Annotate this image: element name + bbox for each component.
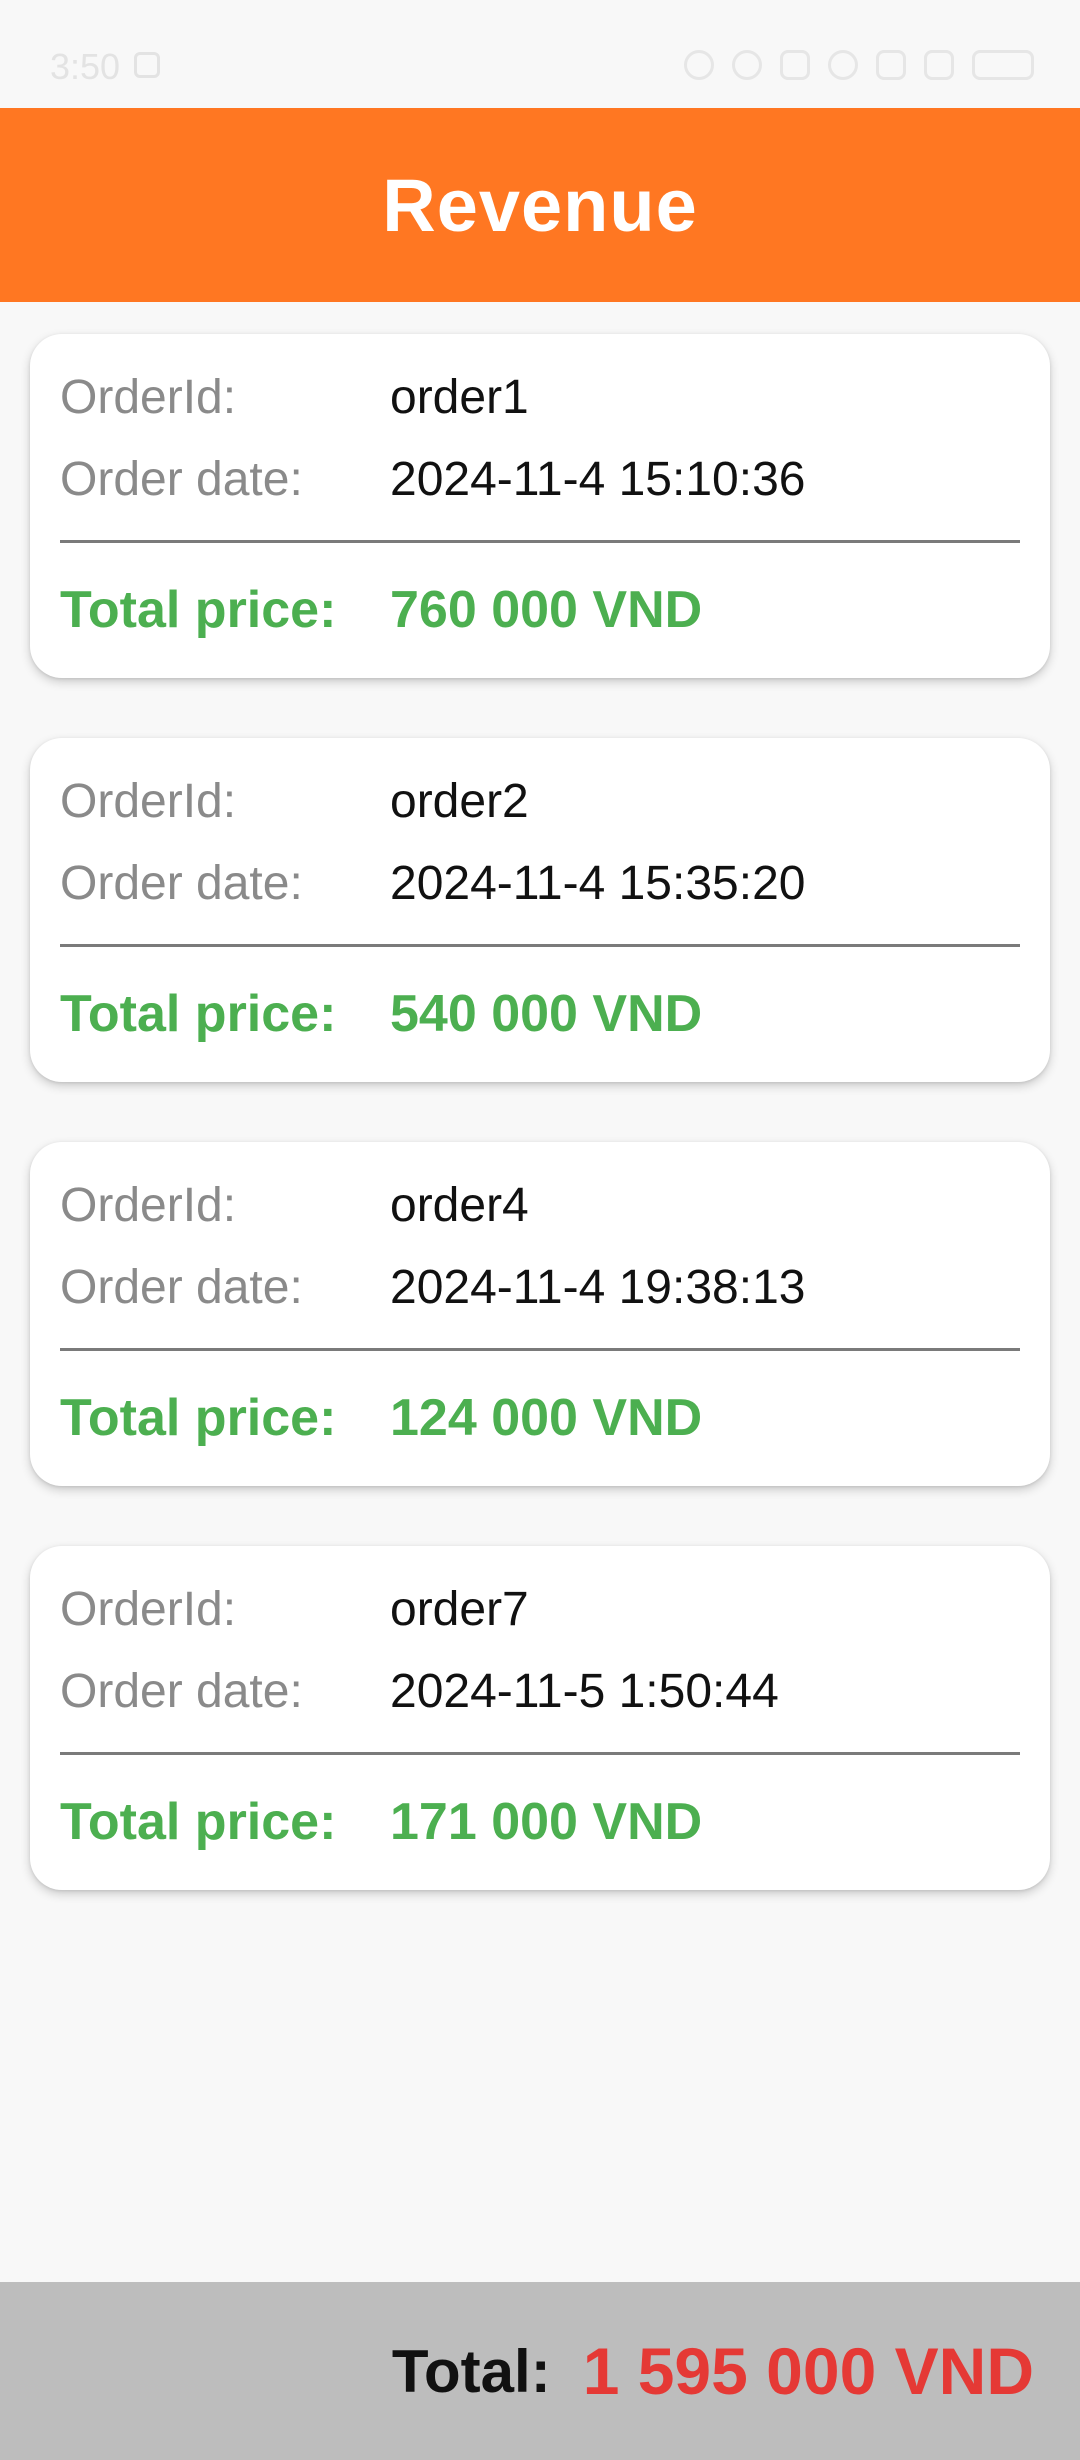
order-total-label: Total price:	[60, 581, 337, 639]
grand-total-value: 1 595 000 VND	[582, 2334, 1034, 2408]
order-date-label: Order date:	[60, 857, 303, 910]
order-card[interactable]: OrderId: order7 Order date: 2024-11-5 1:…	[30, 1546, 1050, 1890]
order-id-row: OrderId: order4	[60, 1178, 529, 1233]
notification-icon	[134, 52, 160, 78]
battery-icon	[972, 50, 1034, 80]
order-date-value: 2024-11-4 15:10:36	[390, 453, 806, 506]
order-total-label: Total price:	[60, 1389, 337, 1447]
order-id-label: OrderId:	[60, 1179, 237, 1232]
order-id-label: OrderId:	[60, 1583, 237, 1636]
order-card[interactable]: OrderId: order1 Order date: 2024-11-4 15…	[30, 334, 1050, 678]
order-id-value: order7	[390, 1583, 529, 1636]
order-date-label: Order date:	[60, 1665, 303, 1718]
order-date-row: Order date: 2024-11-4 15:10:36	[60, 452, 805, 507]
mute-icon	[732, 50, 762, 80]
order-total-value: 540 000 VND	[390, 985, 703, 1043]
divider	[60, 1752, 1020, 1755]
order-id-label: OrderId:	[60, 775, 237, 828]
order-id-value: order2	[390, 775, 529, 828]
alarm-icon	[684, 50, 714, 80]
status-icons	[684, 50, 1034, 80]
order-date-value: 2024-11-5 1:50:44	[390, 1665, 779, 1718]
order-date-row: Order date: 2024-11-4 19:38:13	[60, 1260, 805, 1315]
order-total-label: Total price:	[60, 1793, 337, 1851]
grand-total-label: Total:	[391, 2337, 551, 2405]
order-total-row: Total price: 171 000 VND	[60, 1792, 702, 1852]
order-total-value: 124 000 VND	[390, 1389, 703, 1447]
order-date-label: Order date:	[60, 1261, 303, 1314]
status-bar: 3:50	[0, 0, 1080, 108]
order-id-row: OrderId: order2	[60, 774, 529, 829]
divider	[60, 540, 1020, 543]
order-total-value: 760 000 VND	[390, 581, 703, 639]
order-id-label: OrderId:	[60, 371, 237, 424]
order-total-row: Total price: 540 000 VND	[60, 984, 702, 1044]
order-date-row: Order date: 2024-11-4 15:35:20	[60, 856, 805, 911]
order-list[interactable]: OrderId: order1 Order date: 2024-11-4 15…	[30, 334, 1050, 1950]
order-total-label: Total price:	[60, 985, 337, 1043]
page-title: Revenue	[382, 163, 698, 247]
signal-icon	[924, 50, 954, 80]
order-date-row: Order date: 2024-11-5 1:50:44	[60, 1664, 779, 1719]
order-card[interactable]: OrderId: order2 Order date: 2024-11-4 15…	[30, 738, 1050, 1082]
order-id-value: order1	[390, 371, 529, 424]
order-id-row: OrderId: order1	[60, 370, 529, 425]
revenue-total-bar: Total: 1 595 000 VND	[0, 2282, 1080, 2460]
status-time: 3:50	[50, 46, 121, 87]
data-icon	[780, 50, 810, 80]
divider	[60, 1348, 1020, 1351]
order-id-value: order4	[390, 1179, 529, 1232]
wifi-icon	[828, 50, 858, 80]
order-date-value: 2024-11-4 15:35:20	[390, 857, 806, 910]
app-bar: Revenue	[0, 108, 1080, 302]
order-total-row: Total price: 124 000 VND	[60, 1388, 702, 1448]
order-date-label: Order date:	[60, 453, 303, 506]
order-total-value: 171 000 VND	[390, 1793, 703, 1851]
order-id-row: OrderId: order7	[60, 1582, 529, 1637]
order-date-value: 2024-11-4 19:38:13	[390, 1261, 806, 1314]
signal-icon	[876, 50, 906, 80]
order-total-row: Total price: 760 000 VND	[60, 580, 702, 640]
divider	[60, 944, 1020, 947]
order-card[interactable]: OrderId: order4 Order date: 2024-11-4 19…	[30, 1142, 1050, 1486]
